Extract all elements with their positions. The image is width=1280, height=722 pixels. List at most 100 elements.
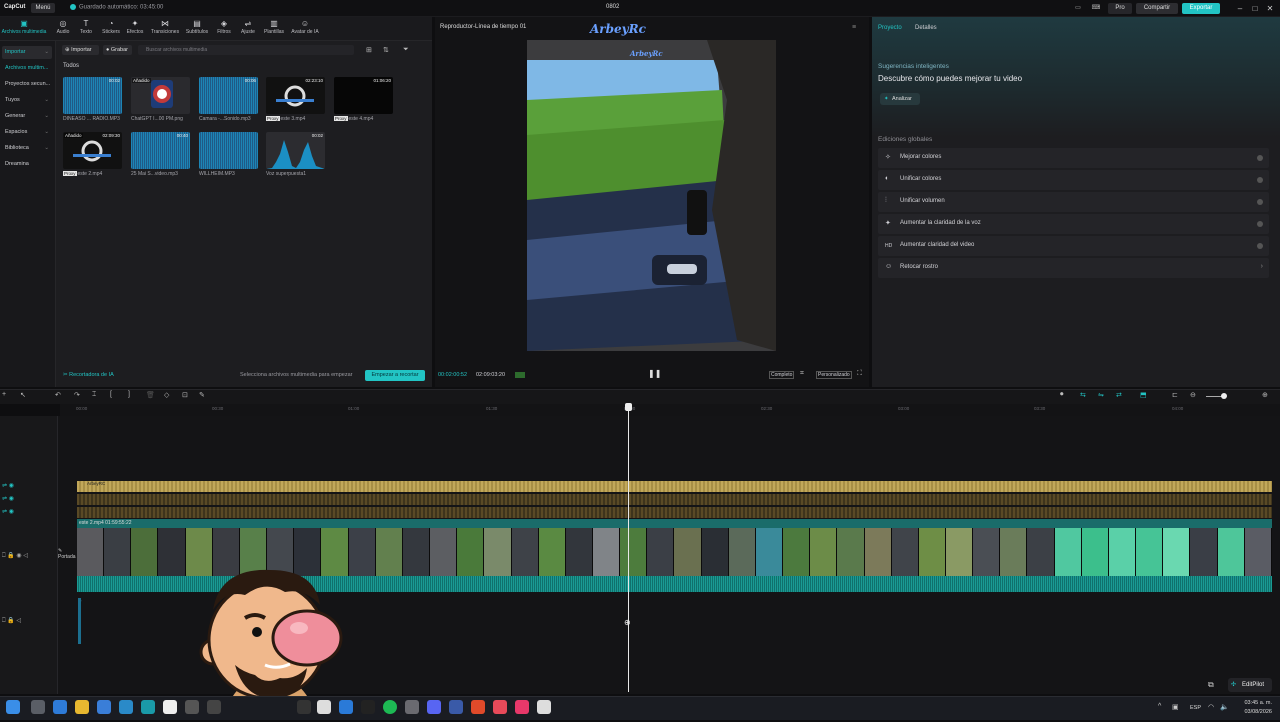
- overlay-track-clip[interactable]: [77, 494, 1272, 505]
- media-item[interactable]: Añadido: [131, 77, 190, 114]
- app-icon[interactable]: [317, 700, 331, 714]
- app-icon[interactable]: [449, 700, 463, 714]
- fullscreen-icon[interactable]: ⛶: [857, 370, 862, 378]
- discord-icon[interactable]: [427, 700, 441, 714]
- media-item[interactable]: 01:06:20: [334, 77, 393, 114]
- audio-clip[interactable]: [78, 598, 81, 644]
- capcut-icon[interactable]: [537, 700, 551, 714]
- fit-icon[interactable]: ⊏: [1172, 391, 1178, 399]
- clip-header[interactable]: [77, 519, 1272, 528]
- playhead[interactable]: [628, 404, 629, 692]
- record-button[interactable]: ● Grabar: [103, 45, 132, 55]
- trim-right-icon[interactable]: ]: [128, 391, 130, 398]
- menu-button[interactable]: Menú: [31, 3, 55, 13]
- media-item[interactable]: 00:02: [63, 77, 122, 114]
- folder-icon[interactable]: [75, 700, 89, 714]
- layout-icon[interactable]: ▭: [1072, 3, 1084, 14]
- auto-snap-icon[interactable]: ⬒: [1140, 391, 1147, 399]
- start-icon[interactable]: [6, 700, 20, 714]
- preview-axis-icon[interactable]: ⇄: [1116, 391, 1122, 399]
- sort-icon[interactable]: ⇅: [383, 46, 389, 54]
- keyboard-icon[interactable]: ⌨: [1090, 3, 1102, 14]
- magic-wand-icon[interactable]: ✎: [199, 391, 205, 399]
- cover-button[interactable]: ✎ Portada: [58, 548, 76, 560]
- custom-ratio-button[interactable]: Personalizado: [816, 371, 852, 379]
- app-icon[interactable]: [119, 700, 133, 714]
- spotify-icon[interactable]: [383, 700, 397, 714]
- link-icon[interactable]: ⇆: [1080, 391, 1086, 399]
- tool-ai-avatar[interactable]: ☺ Avatar de IA: [288, 19, 322, 35]
- tab-details[interactable]: Detalles: [915, 25, 937, 31]
- analyze-button[interactable]: ✦ Analizar: [880, 93, 920, 105]
- overlay-track-clip[interactable]: [77, 507, 1272, 518]
- track-controls-icon[interactable]: ⎕ 🔒 ◉ ◁: [2, 552, 28, 560]
- video-preview[interactable]: ArbeyRc: [527, 40, 776, 351]
- sidebar-item-spaces[interactable]: Espacios ⌄: [2, 126, 52, 139]
- undo-icon[interactable]: ↶: [55, 391, 61, 399]
- trim-left-icon[interactable]: [: [110, 391, 112, 398]
- complete-button[interactable]: Completo: [769, 371, 795, 379]
- tool-subtitles[interactable]: ▤ Subtítulos: [183, 19, 211, 35]
- filter-icon[interactable]: ⏷: [403, 46, 409, 54]
- track-lock-icon[interactable]: ⇌ ◉: [2, 508, 14, 515]
- start-cut-button[interactable]: Empezar a recortar: [365, 370, 425, 381]
- app-icon[interactable]: [361, 700, 375, 714]
- brave-icon[interactable]: [471, 700, 485, 714]
- sidebar-item-generate[interactable]: Generar ⌄: [2, 110, 52, 123]
- ai-cutter-label[interactable]: ✂ Recortadora de IA: [63, 372, 114, 378]
- taskbar-date[interactable]: 03/08/2026: [1236, 709, 1272, 715]
- language-indicator[interactable]: ESP: [1190, 705, 1201, 711]
- app-icon[interactable]: [493, 700, 507, 714]
- add-icon[interactable]: +: [2, 391, 6, 398]
- edit-retouch-face[interactable]: ☺ Retocar rostro ›: [878, 258, 1269, 278]
- tool-transitions[interactable]: ⋈ Transiciones: [150, 19, 180, 35]
- sidebar-item-library[interactable]: Biblioteca ⌄: [2, 142, 52, 155]
- tool-templates[interactable]: ▥ Plantillas: [260, 19, 288, 35]
- snap-icon[interactable]: ⇋: [1098, 391, 1104, 399]
- playhead-handle[interactable]: [625, 403, 632, 411]
- media-item[interactable]: Añadido 02:09:30: [63, 132, 122, 169]
- tiktok-icon[interactable]: [515, 700, 529, 714]
- time-ruler[interactable]: [60, 404, 1280, 416]
- close-icon[interactable]: ✕: [1264, 3, 1276, 14]
- chat-icon[interactable]: ⧉: [1208, 680, 1214, 690]
- app-icon[interactable]: [163, 700, 177, 714]
- edit-voice-clarity[interactable]: ✦ Aumentar la claridad de la voz: [878, 214, 1269, 234]
- media-item[interactable]: [199, 132, 258, 169]
- share-button[interactable]: Compartir: [1136, 3, 1178, 14]
- sidebar-item-import[interactable]: Importar ⌄: [2, 46, 52, 59]
- tool-adjust[interactable]: ⇌ Ajuste: [234, 19, 262, 35]
- pause-icon[interactable]: ❚❚: [648, 369, 661, 378]
- app-icon[interactable]: [339, 700, 353, 714]
- editpilot-button[interactable]: ✣ EditPilot: [1228, 678, 1272, 692]
- delete-icon[interactable]: 🗑: [146, 391, 155, 399]
- zoom-slider-handle[interactable]: [1221, 393, 1227, 399]
- tab-project[interactable]: Proyecto: [878, 25, 902, 31]
- export-button[interactable]: Exportar: [1182, 3, 1220, 14]
- sidebar-item-dreamina[interactable]: Dreamina: [2, 158, 52, 171]
- app-icon[interactable]: [141, 700, 155, 714]
- grid-view-icon[interactable]: ⊞: [366, 46, 372, 54]
- menu-icon[interactable]: ≡: [852, 24, 856, 31]
- tool-text[interactable]: T Texto: [72, 19, 100, 35]
- media-item[interactable]: 02:23:10: [266, 77, 325, 114]
- volume-icon[interactable]: 🔈: [1220, 703, 1229, 711]
- app-icon[interactable]: [297, 700, 311, 714]
- minimize-icon[interactable]: –: [1234, 3, 1246, 14]
- zoom-out-icon[interactable]: ⊖: [1190, 391, 1196, 399]
- app-icon[interactable]: [185, 700, 199, 714]
- sidebar-item-media[interactable]: Archivos multim...: [2, 62, 52, 75]
- marker-icon[interactable]: ◇: [164, 391, 169, 399]
- search-icon[interactable]: [31, 700, 45, 714]
- sidebar-item-secondary-projects[interactable]: Proyectos secun...: [2, 78, 52, 91]
- media-item[interactable]: 00:06: [199, 77, 258, 114]
- app-icon[interactable]: [53, 700, 67, 714]
- screenshot-icon[interactable]: ⌗: [800, 370, 804, 378]
- edit-video-clarity[interactable]: HD Aumentar claridad del video: [878, 236, 1269, 256]
- project-name[interactable]: 0802: [606, 4, 619, 10]
- split-icon[interactable]: ⌶: [92, 391, 96, 399]
- select-tool-icon[interactable]: ↖: [20, 391, 26, 399]
- wifi-icon[interactable]: ◠: [1208, 703, 1214, 711]
- tray-app-icon[interactable]: ▣: [1172, 703, 1179, 711]
- track-lock-icon[interactable]: ⇌ ◉: [2, 495, 14, 502]
